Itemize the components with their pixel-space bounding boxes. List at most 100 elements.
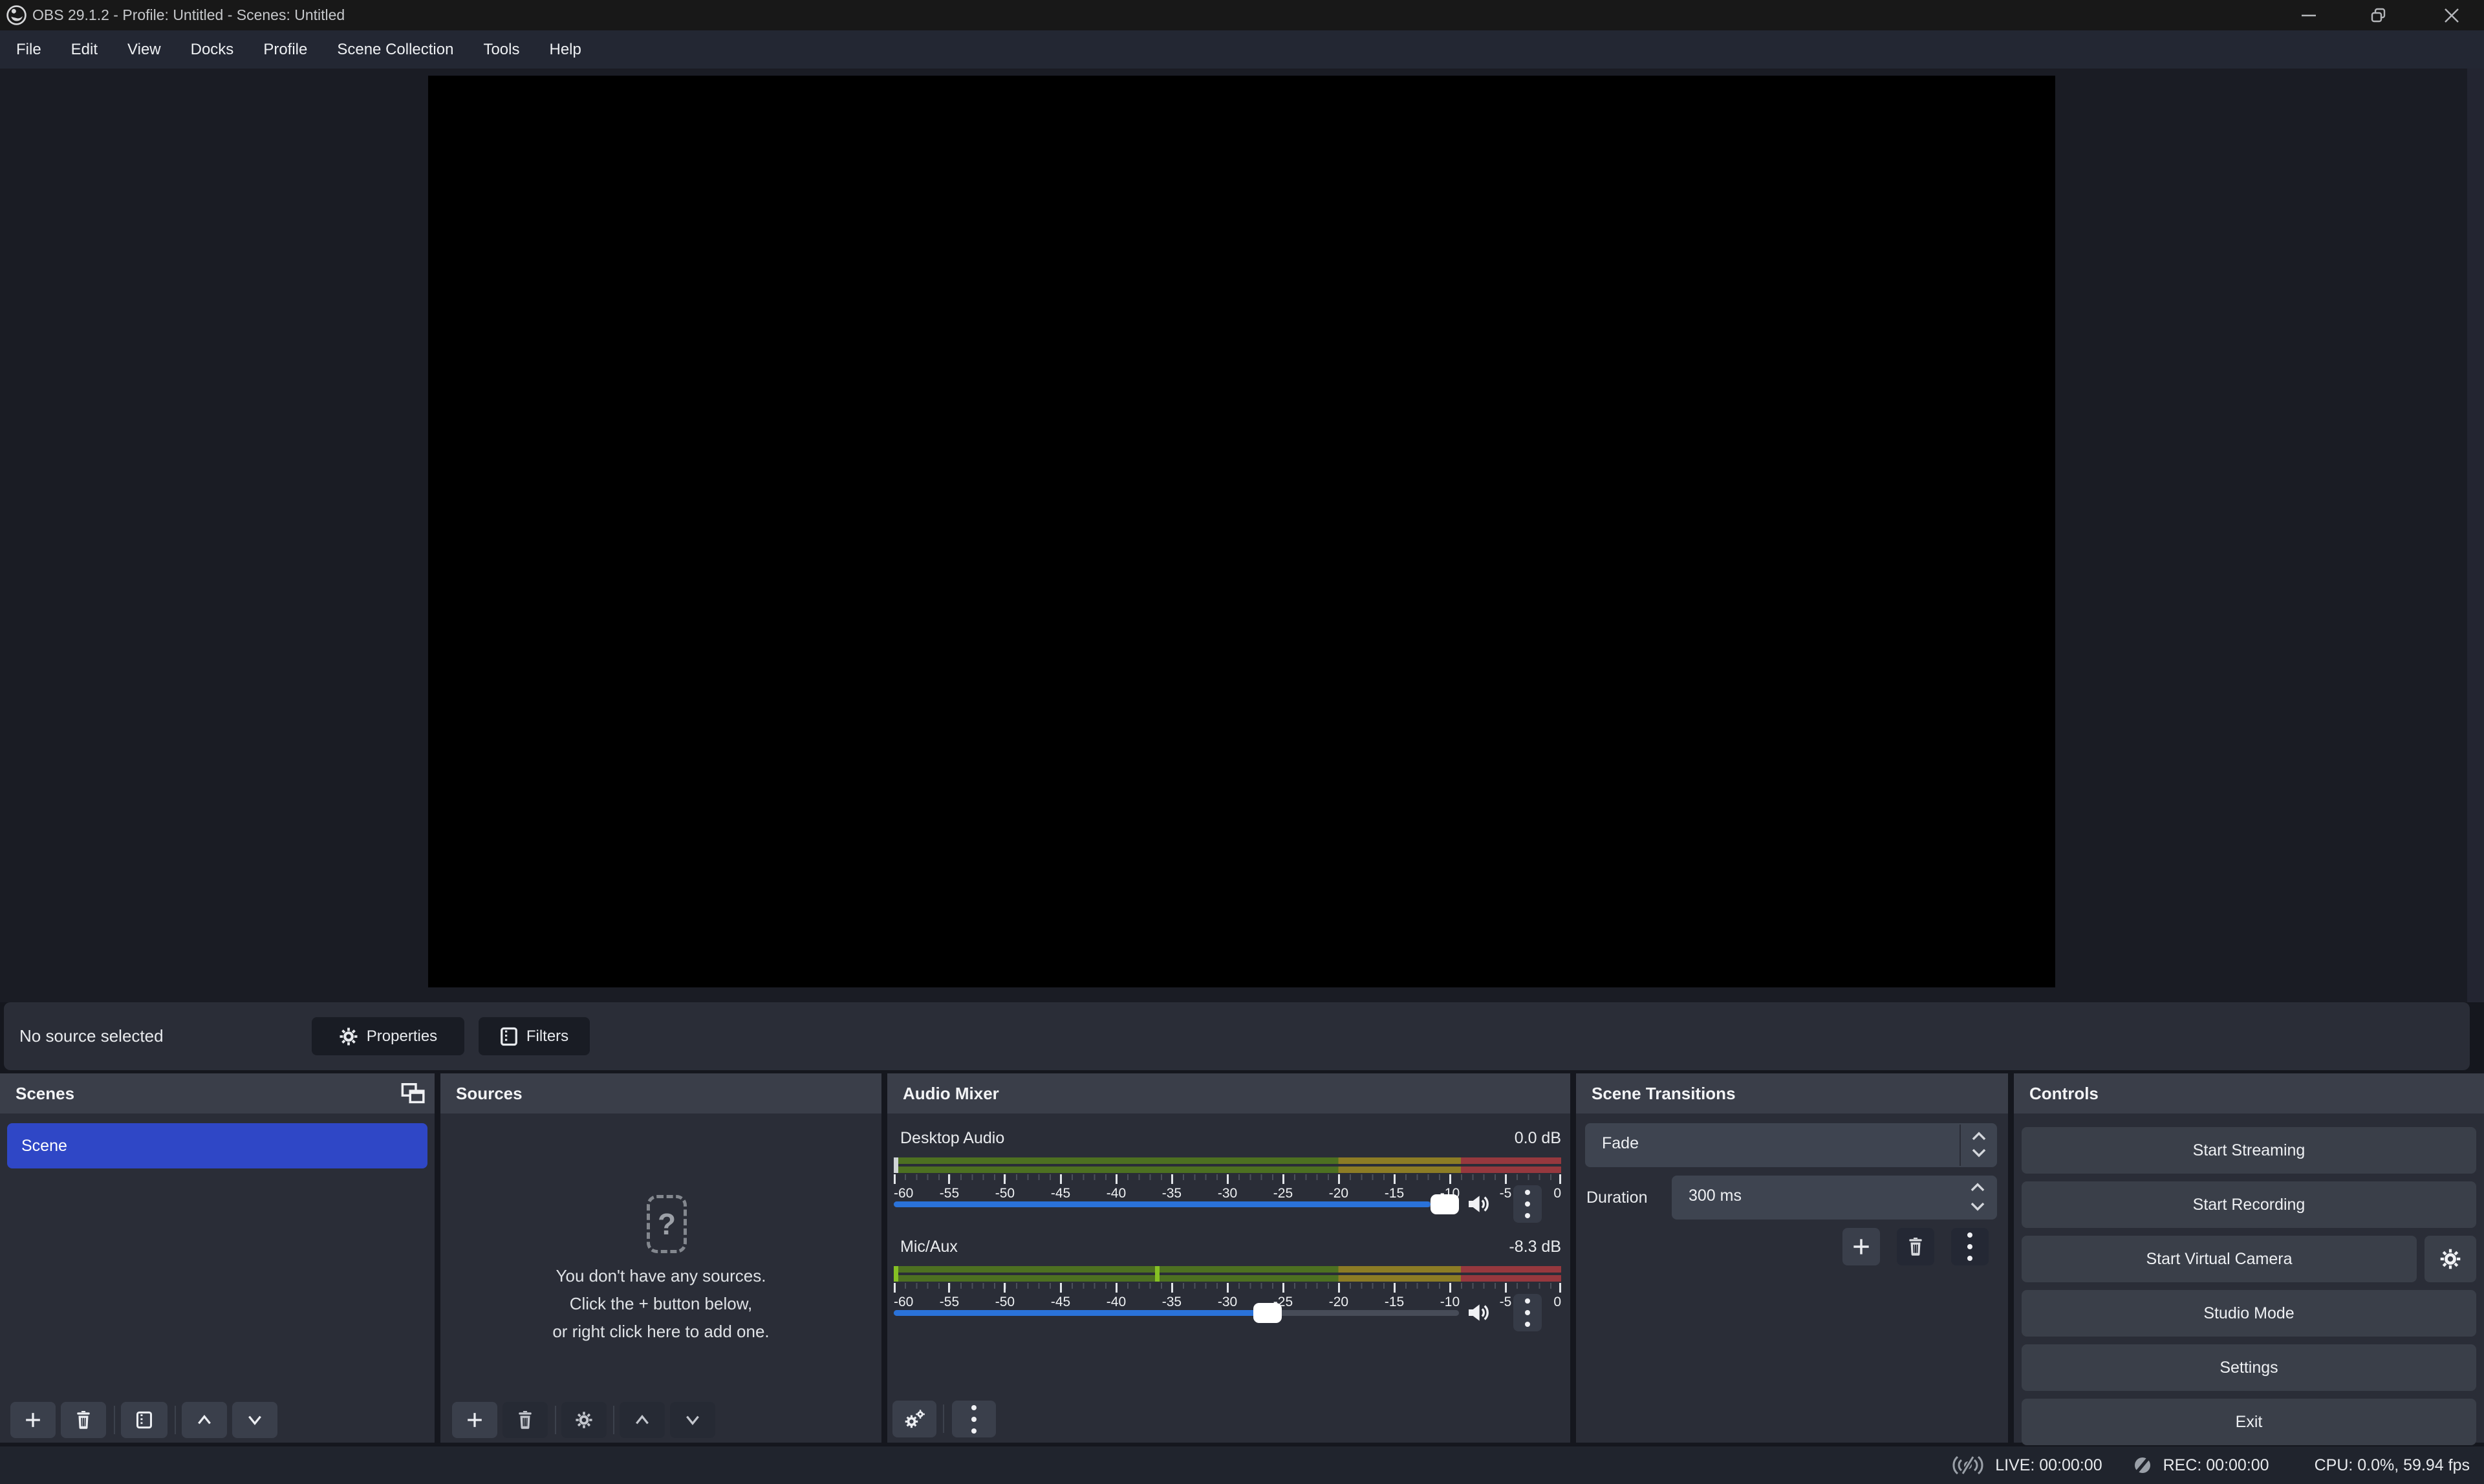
source-properties-button[interactable] bbox=[561, 1402, 607, 1438]
mixer-title: Audio Mixer bbox=[887, 1084, 999, 1104]
trash-icon bbox=[1907, 1238, 1924, 1256]
toolbar-divider bbox=[943, 1404, 944, 1433]
maximize-button[interactable] bbox=[2346, 0, 2411, 30]
volume-slider[interactable] bbox=[894, 1201, 1459, 1207]
mixer-menu-button[interactable] bbox=[952, 1401, 996, 1437]
rec-timer: REC: 00:00:00 bbox=[2163, 1456, 2269, 1475]
chevron-down-icon bbox=[246, 1413, 263, 1427]
menu-view[interactable]: View bbox=[113, 41, 176, 59]
remove-scene-button[interactable] bbox=[61, 1402, 106, 1438]
scene-down-button[interactable] bbox=[232, 1402, 277, 1438]
source-up-button[interactable] bbox=[620, 1402, 665, 1438]
properties-button[interactable]: Properties bbox=[312, 1017, 464, 1055]
channel-level: 0.0 dB bbox=[1419, 1129, 1561, 1148]
no-source-icon: ? bbox=[647, 1195, 687, 1253]
status-bar: LIVE: 00:00:00 REC: 00:00:00 CPU: 0.0%, … bbox=[0, 1446, 2484, 1484]
obs-logo-icon bbox=[6, 5, 27, 26]
source-down-button[interactable] bbox=[670, 1402, 715, 1438]
virtual-camera-settings-button[interactable] bbox=[2425, 1236, 2476, 1282]
title-bar bbox=[0, 0, 2484, 30]
volume-meter bbox=[894, 1266, 1561, 1273]
controls-header[interactable]: Controls bbox=[2014, 1073, 2484, 1113]
scenes-title: Scenes bbox=[0, 1084, 74, 1104]
channel-level: -8.3 dB bbox=[1419, 1238, 1561, 1256]
menu-scene-collection[interactable]: Scene Collection bbox=[322, 41, 468, 59]
volume-slider-fill bbox=[894, 1201, 1431, 1207]
exit-button[interactable]: Exit bbox=[2022, 1399, 2476, 1445]
speaker-icon[interactable] bbox=[1465, 1191, 1491, 1217]
transition-value: Fade bbox=[1602, 1134, 1639, 1153]
spin-down-icon bbox=[1971, 1147, 1987, 1157]
trash-icon bbox=[517, 1411, 534, 1429]
filters-button[interactable]: Filters bbox=[479, 1017, 590, 1055]
add-scene-button[interactable] bbox=[10, 1402, 56, 1438]
chevron-down-icon bbox=[684, 1413, 701, 1427]
menu-docks[interactable]: Docks bbox=[176, 41, 249, 59]
volume-meter bbox=[894, 1157, 1561, 1164]
volume-slider[interactable] bbox=[894, 1310, 1459, 1316]
volume-slider-handle[interactable] bbox=[1431, 1194, 1459, 1214]
mixer-header[interactable]: Audio Mixer bbox=[887, 1073, 1570, 1113]
transition-menu-button[interactable] bbox=[1951, 1228, 1989, 1265]
window-title: OBS 29.1.2 - Profile: Untitled - Scenes:… bbox=[32, 0, 345, 30]
settings-button[interactable]: Settings bbox=[2022, 1344, 2476, 1391]
plus-icon bbox=[1852, 1238, 1870, 1256]
close-button[interactable] bbox=[2419, 0, 2484, 30]
preview-canvas[interactable] bbox=[428, 76, 2055, 987]
filters-icon bbox=[136, 1411, 153, 1429]
start-streaming-button[interactable]: Start Streaming bbox=[2022, 1127, 2476, 1174]
trash-icon bbox=[75, 1411, 92, 1429]
toolbar-divider bbox=[555, 1406, 556, 1434]
add-transition-button[interactable] bbox=[1842, 1228, 1880, 1265]
scenes-header[interactable]: Scenes bbox=[0, 1073, 435, 1113]
toolbar-divider bbox=[175, 1406, 176, 1434]
menu-edit[interactable]: Edit bbox=[56, 41, 113, 59]
menu-bar: File Edit View Docks Profile Scene Colle… bbox=[0, 30, 2484, 69]
menu-tools[interactable]: Tools bbox=[468, 41, 534, 59]
menu-file[interactable]: File bbox=[1, 41, 56, 59]
properties-label: Properties bbox=[367, 1027, 437, 1046]
maximize-icon bbox=[2370, 6, 2388, 25]
add-source-button[interactable] bbox=[452, 1402, 497, 1438]
source-status-label: No source selected bbox=[19, 1002, 164, 1070]
advanced-audio-button[interactable] bbox=[892, 1401, 936, 1437]
minimize-button[interactable] bbox=[2276, 0, 2341, 30]
spin-up-icon bbox=[1971, 1132, 1987, 1142]
controls-title: Controls bbox=[2014, 1084, 2099, 1104]
scene-up-button[interactable] bbox=[182, 1402, 227, 1438]
remove-source-button[interactable] bbox=[502, 1402, 548, 1438]
channel-menu-button[interactable] bbox=[1513, 1294, 1542, 1331]
menu-profile[interactable]: Profile bbox=[248, 41, 322, 59]
remove-transition-button[interactable] bbox=[1897, 1228, 1934, 1265]
menu-help[interactable]: Help bbox=[534, 41, 596, 59]
volume-slider-handle[interactable] bbox=[1253, 1303, 1282, 1323]
close-icon bbox=[2443, 6, 2461, 25]
empty-line-1: You don't have any sources. bbox=[435, 1262, 887, 1290]
scene-list-item[interactable]: Scene bbox=[7, 1123, 427, 1168]
window-edge bbox=[2467, 69, 2484, 1002]
duration-label: Duration bbox=[1586, 1188, 1648, 1207]
cpu-fps-stats: CPU: 0.0%, 59.94 fps bbox=[2315, 1456, 2470, 1475]
volume-meter bbox=[894, 1167, 1561, 1173]
minimize-icon bbox=[2300, 6, 2318, 25]
empty-line-3: or right click here to add one. bbox=[435, 1318, 887, 1346]
peak-marker bbox=[1155, 1266, 1160, 1282]
scene-name: Scene bbox=[21, 1137, 67, 1156]
start-virtual-camera-button[interactable]: Start Virtual Camera bbox=[2022, 1236, 2417, 1282]
studio-mode-button[interactable]: Studio Mode bbox=[2022, 1290, 2476, 1337]
start-recording-button[interactable]: Start Recording bbox=[2022, 1181, 2476, 1228]
transitions-header[interactable]: Scene Transitions bbox=[1576, 1073, 2008, 1113]
obs-window: OBS 29.1.2 - Profile: Untitled - Scenes:… bbox=[0, 0, 2484, 1484]
speaker-icon[interactable] bbox=[1465, 1300, 1491, 1326]
transition-select[interactable]: Fade bbox=[1585, 1123, 1997, 1167]
sources-header[interactable]: Sources bbox=[440, 1073, 881, 1113]
duration-spinbox[interactable]: 300 ms bbox=[1672, 1176, 1997, 1220]
peak-marker bbox=[894, 1157, 898, 1173]
volume-slider-fill bbox=[894, 1310, 1268, 1316]
popout-icon[interactable] bbox=[401, 1082, 426, 1104]
meter-scale: -60 -55 -50 -45 -40 -35 -30 -25 -20 -15 … bbox=[894, 1174, 1561, 1213]
scene-filters-button[interactable] bbox=[121, 1402, 167, 1438]
live-timer: LIVE: 00:00:00 bbox=[1995, 1456, 2102, 1475]
channel-menu-button[interactable] bbox=[1513, 1185, 1542, 1223]
empty-line-2: Click the + button below, bbox=[435, 1290, 887, 1318]
